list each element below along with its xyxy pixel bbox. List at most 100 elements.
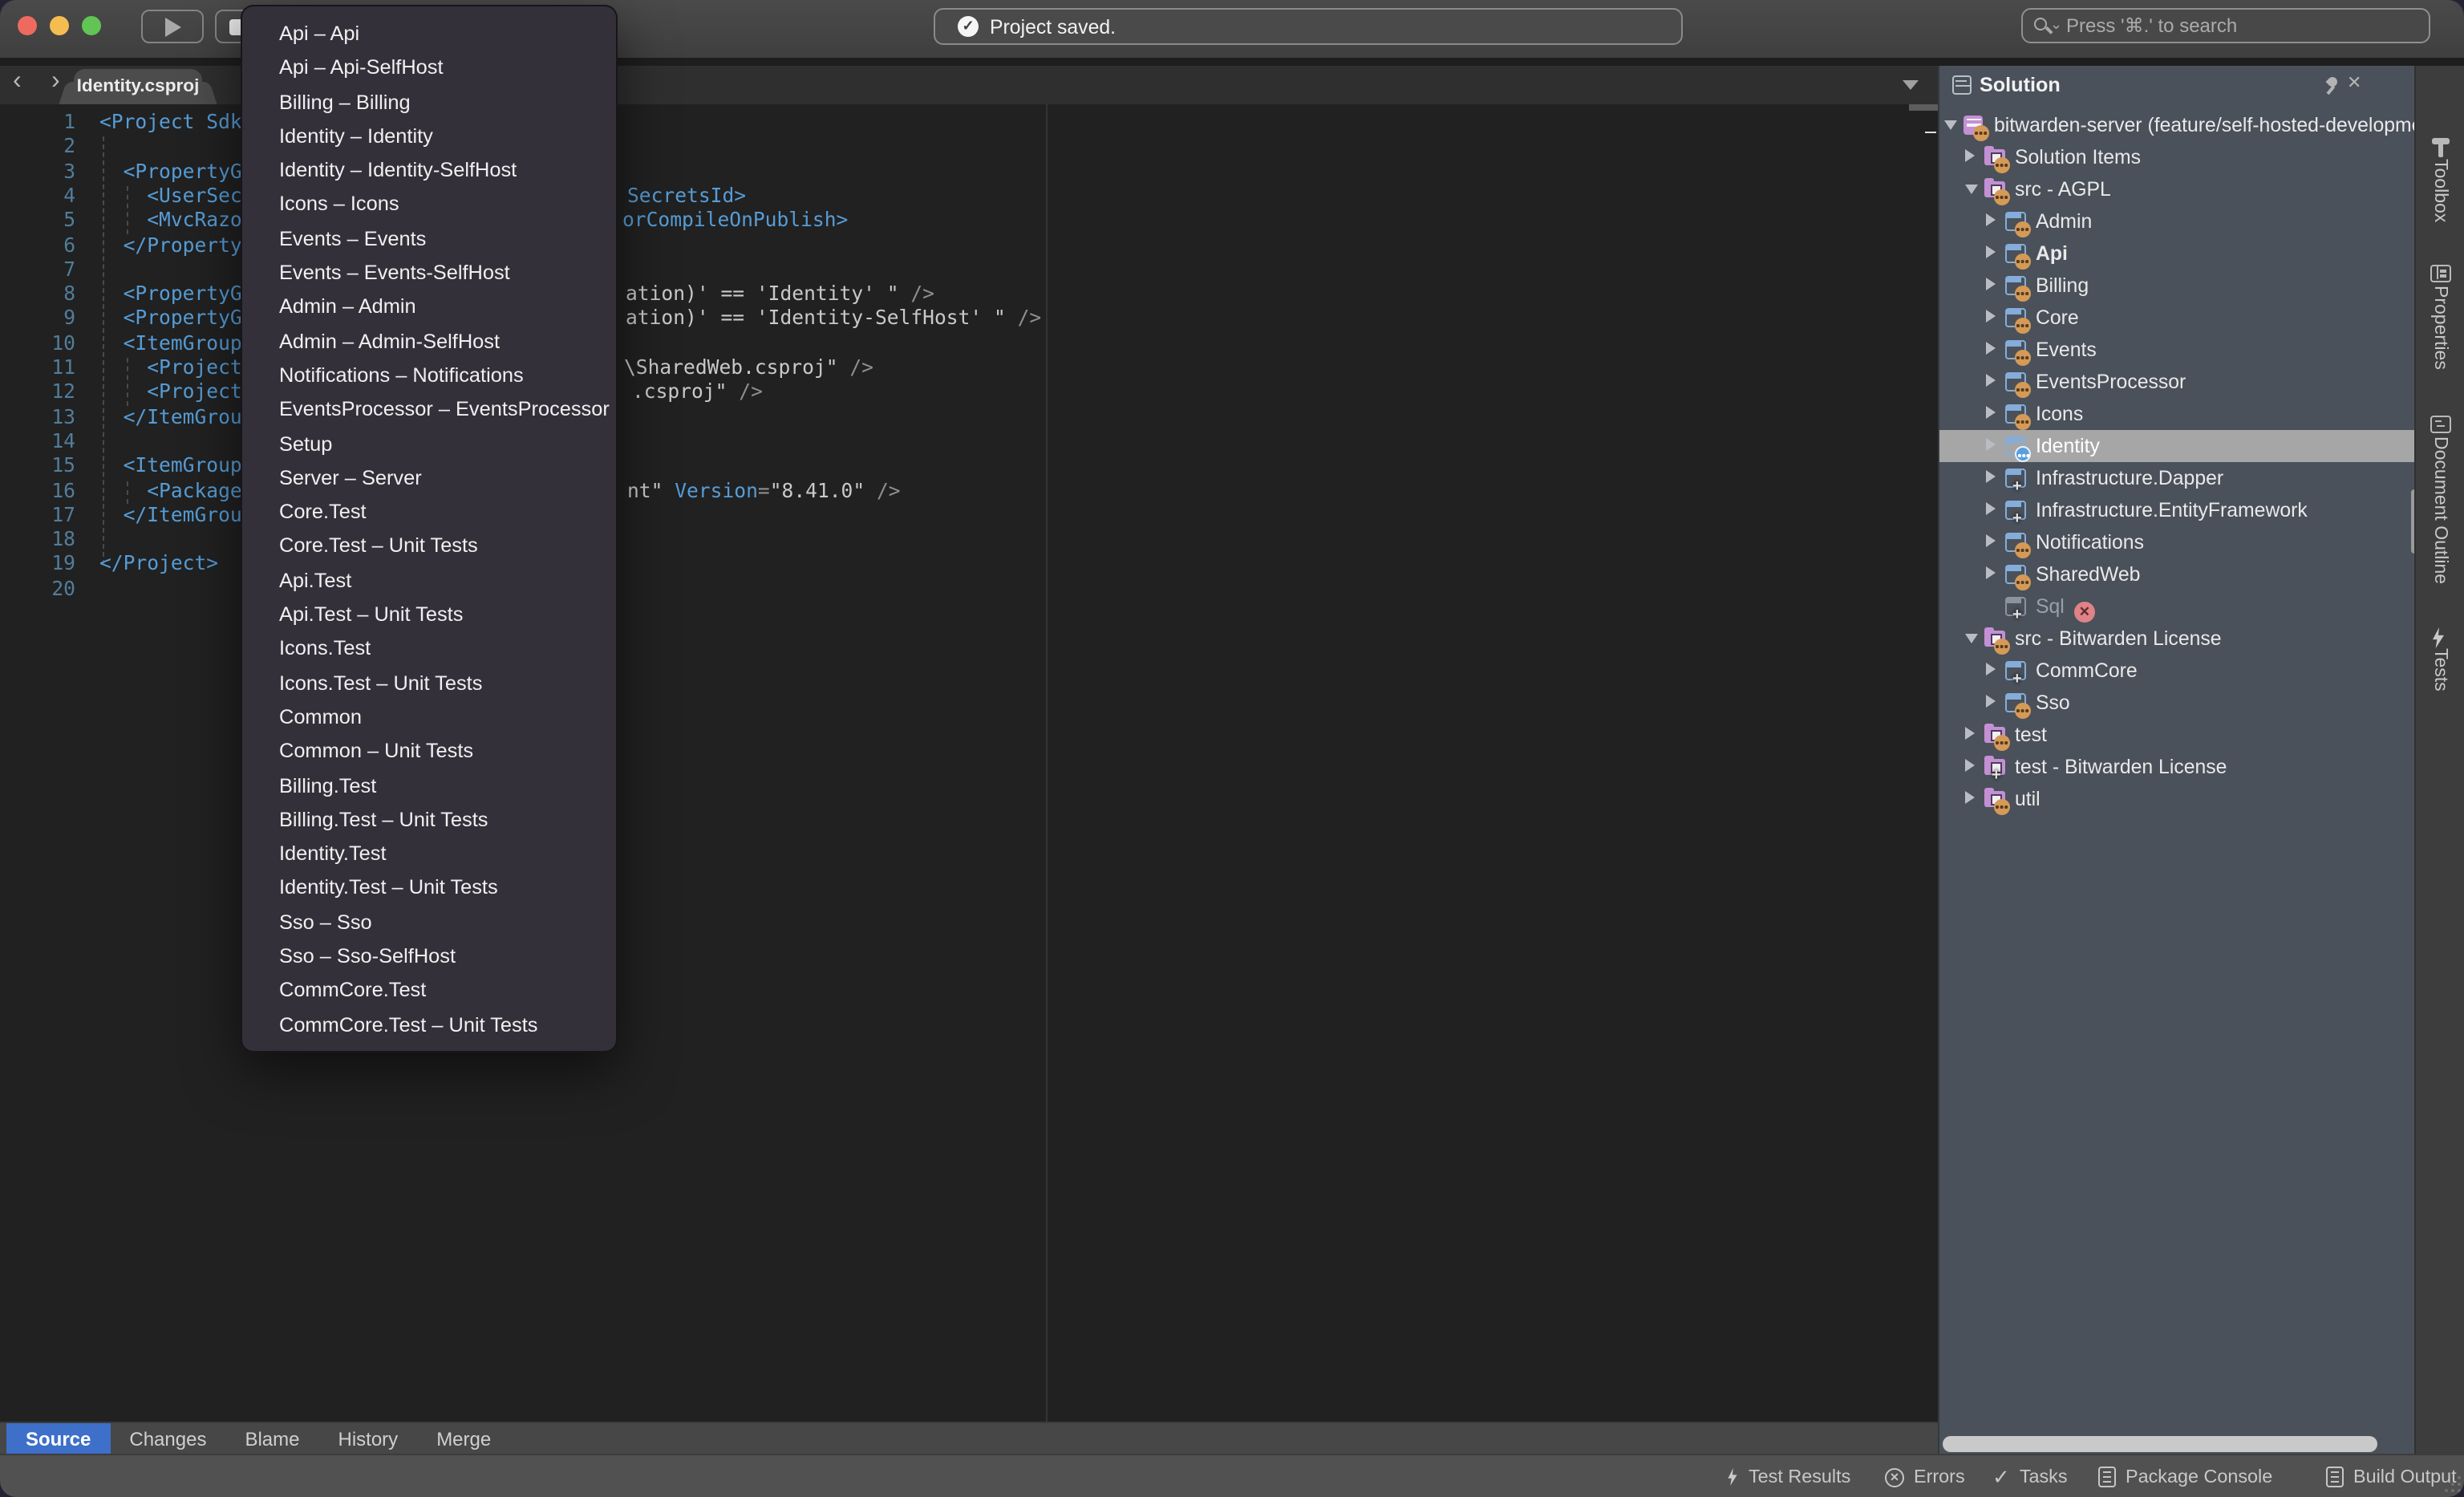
chevron-right-icon[interactable] — [1986, 278, 1996, 290]
pad-tab-tests[interactable]: Tests — [2430, 648, 2450, 692]
tree-row-util[interactable]: util — [1939, 782, 2414, 814]
close-pad-icon[interactable]: ✕ — [2347, 72, 2361, 93]
vc-tab-source[interactable]: Source — [6, 1423, 110, 1454]
run-config-menu-item[interactable]: Core.Test — [242, 496, 616, 530]
pin-pad-icon[interactable] — [2323, 75, 2342, 95]
tree-row-test[interactable]: test — [1939, 718, 2414, 750]
run-button[interactable] — [141, 10, 204, 43]
chevron-right-icon[interactable] — [1986, 310, 1996, 323]
vc-tab-history[interactable]: History — [319, 1423, 418, 1454]
run-config-menu-item[interactable]: Common – Unit Tests — [242, 735, 616, 769]
navigate-forward-icon[interactable]: › — [51, 67, 60, 96]
run-config-menu-item[interactable]: Identity – Identity — [242, 120, 616, 155]
pad-tab-toolbox[interactable]: Toolbox — [2430, 159, 2450, 222]
run-config-menu-item[interactable]: Events – Events — [242, 223, 616, 258]
run-config-menu-item[interactable]: Identity.Test – Unit Tests — [242, 872, 616, 907]
run-config-menu-item[interactable]: CommCore.Test — [242, 975, 616, 1009]
chevron-down-icon[interactable] — [1944, 120, 1957, 129]
tree-row-infrastructure-dapper[interactable]: +Infrastructure.Dapper — [1939, 461, 2414, 493]
chevron-down-icon[interactable] — [1965, 633, 1978, 643]
chevron-right-icon[interactable] — [1986, 406, 1996, 419]
run-config-menu-item[interactable]: Billing.Test — [242, 769, 616, 804]
tree-row-bitwarden-server-feature-self-hosted-development[interactable]: bitwarden-server (feature/self-hosted-de… — [1939, 108, 2414, 140]
chevron-right-icon[interactable] — [1986, 663, 1996, 675]
chevron-right-icon[interactable] — [1986, 534, 1996, 547]
run-config-menu-item[interactable]: Admin – Admin-SelfHost — [242, 325, 616, 359]
chevron-right-icon[interactable] — [1965, 759, 1975, 772]
run-config-menu-item[interactable]: Icons.Test – Unit Tests — [242, 667, 616, 701]
tree-row-events[interactable]: Events — [1939, 333, 2414, 365]
tree-row-src-agpl[interactable]: src - AGPL — [1939, 172, 2414, 205]
chevron-right-icon[interactable] — [1986, 438, 1996, 451]
run-config-menu-item[interactable]: Api – Api-SelfHost — [242, 52, 616, 87]
chevron-right-icon[interactable] — [1986, 342, 1996, 355]
run-config-menu-item[interactable]: Sso – Sso-SelfHost — [242, 940, 616, 975]
chevron-down-icon[interactable] — [1965, 184, 1978, 193]
chevron-right-icon[interactable] — [1965, 791, 1975, 804]
tree-row-notifications[interactable]: Notifications — [1939, 525, 2414, 558]
chevron-right-icon[interactable] — [1986, 213, 1996, 226]
run-config-menu-item[interactable]: Identity.Test — [242, 838, 616, 872]
pad-tab-properties[interactable]: Properties — [2430, 286, 2450, 370]
chevron-right-icon[interactable] — [1986, 502, 1996, 515]
statusbar-item-build-output[interactable]: Build Output — [2326, 1455, 2457, 1497]
chevron-right-icon[interactable] — [1965, 727, 1975, 740]
vc-tab-merge[interactable]: Merge — [417, 1423, 510, 1454]
tree-row-icons[interactable]: Icons — [1939, 397, 2414, 429]
resize-grip[interactable] — [2445, 1476, 2461, 1492]
tree-row-sso[interactable]: Sso — [1939, 686, 2414, 718]
run-config-menu-item[interactable]: Billing – Billing — [242, 86, 616, 120]
vc-tab-blame[interactable]: Blame — [225, 1423, 318, 1454]
tree-row-sql[interactable]: +Sql✕ — [1939, 590, 2414, 622]
tab-overflow-dropdown-icon[interactable] — [1903, 80, 1919, 90]
chevron-right-icon[interactable] — [1986, 245, 1996, 258]
chevron-right-icon[interactable] — [1986, 470, 1996, 483]
run-config-menu-item[interactable]: Setup — [242, 428, 616, 462]
tree-row-infrastructure-entityframework[interactable]: +Infrastructure.EntityFramework — [1939, 493, 2414, 525]
statusbar-item-tasks[interactable]: ✓Tasks — [1992, 1455, 2068, 1497]
tree-row-commcore[interactable]: +CommCore — [1939, 654, 2414, 686]
run-config-menu-item[interactable]: Api.Test — [242, 565, 616, 599]
chevron-right-icon[interactable] — [1986, 566, 1996, 579]
tree-row-eventsprocessor[interactable]: EventsProcessor — [1939, 365, 2414, 397]
pad-tab-document-outline[interactable]: Document Outline — [2430, 436, 2450, 584]
statusbar-item-package-console[interactable]: Package Console — [2098, 1455, 2272, 1497]
global-search-input[interactable]: ⌄ Press '⌘.' to search — [2021, 8, 2430, 43]
statusbar-item-errors[interactable]: ✕Errors — [1885, 1455, 1965, 1497]
run-config-menu-item[interactable]: Common — [242, 701, 616, 736]
navigate-back-icon[interactable]: ‹ — [13, 67, 22, 96]
solution-horizontal-scrollbar[interactable] — [1943, 1436, 2377, 1452]
tree-row-core[interactable]: Core — [1939, 301, 2414, 333]
run-config-menu-item[interactable]: Admin – Admin — [242, 291, 616, 326]
run-config-menu-item[interactable]: EventsProcessor – EventsProcessor — [242, 394, 616, 428]
chevron-right-icon[interactable] — [1986, 374, 1996, 387]
minimize-window-button[interactable] — [50, 16, 69, 35]
run-config-menu-item[interactable]: Notifications – Notifications — [242, 359, 616, 394]
run-config-menu-item[interactable]: CommCore.Test – Unit Tests — [242, 1008, 616, 1043]
chevron-right-icon[interactable] — [1965, 149, 1975, 162]
tree-row-billing[interactable]: Billing — [1939, 269, 2414, 301]
run-config-menu-item[interactable]: Identity – Identity-SelfHost — [242, 154, 616, 189]
run-config-menu-item[interactable]: Events – Events-SelfHost — [242, 257, 616, 291]
tree-row-src-bitwarden-license[interactable]: src - Bitwarden License — [1939, 622, 2414, 654]
run-config-menu-item[interactable]: Icons.Test — [242, 633, 616, 667]
close-window-button[interactable] — [18, 16, 37, 35]
tree-row-api[interactable]: Api — [1939, 237, 2414, 269]
chevron-right-icon[interactable] — [1986, 695, 1996, 708]
tree-row-sharedweb[interactable]: SharedWeb — [1939, 558, 2414, 590]
tree-row-test-bitwarden-license[interactable]: +test - Bitwarden License — [1939, 750, 2414, 782]
vc-tab-changes[interactable]: Changes — [110, 1423, 225, 1454]
run-config-menu-item[interactable]: Sso – Sso — [242, 906, 616, 940]
run-config-menu-item[interactable]: Api.Test – Unit Tests — [242, 598, 616, 633]
run-config-menu-item[interactable]: Core.Test – Unit Tests — [242, 530, 616, 565]
tree-row-solution-items[interactable]: Solution Items — [1939, 140, 2414, 172]
zoom-window-button[interactable] — [82, 16, 101, 35]
statusbar-item-test-results[interactable]: Test Results — [1726, 1455, 1850, 1497]
run-config-menu-item[interactable]: Billing.Test – Unit Tests — [242, 804, 616, 838]
run-config-menu-item[interactable]: Icons – Icons — [242, 189, 616, 223]
run-config-menu-item[interactable]: Api – Api — [242, 18, 616, 52]
tree-row-admin[interactable]: Admin — [1939, 205, 2414, 237]
tab-identity-csproj[interactable]: Identity.csproj — [74, 69, 202, 104]
tree-row-identity[interactable]: Identity — [1939, 429, 2414, 461]
run-config-menu-item[interactable]: Server – Server — [242, 462, 616, 497]
